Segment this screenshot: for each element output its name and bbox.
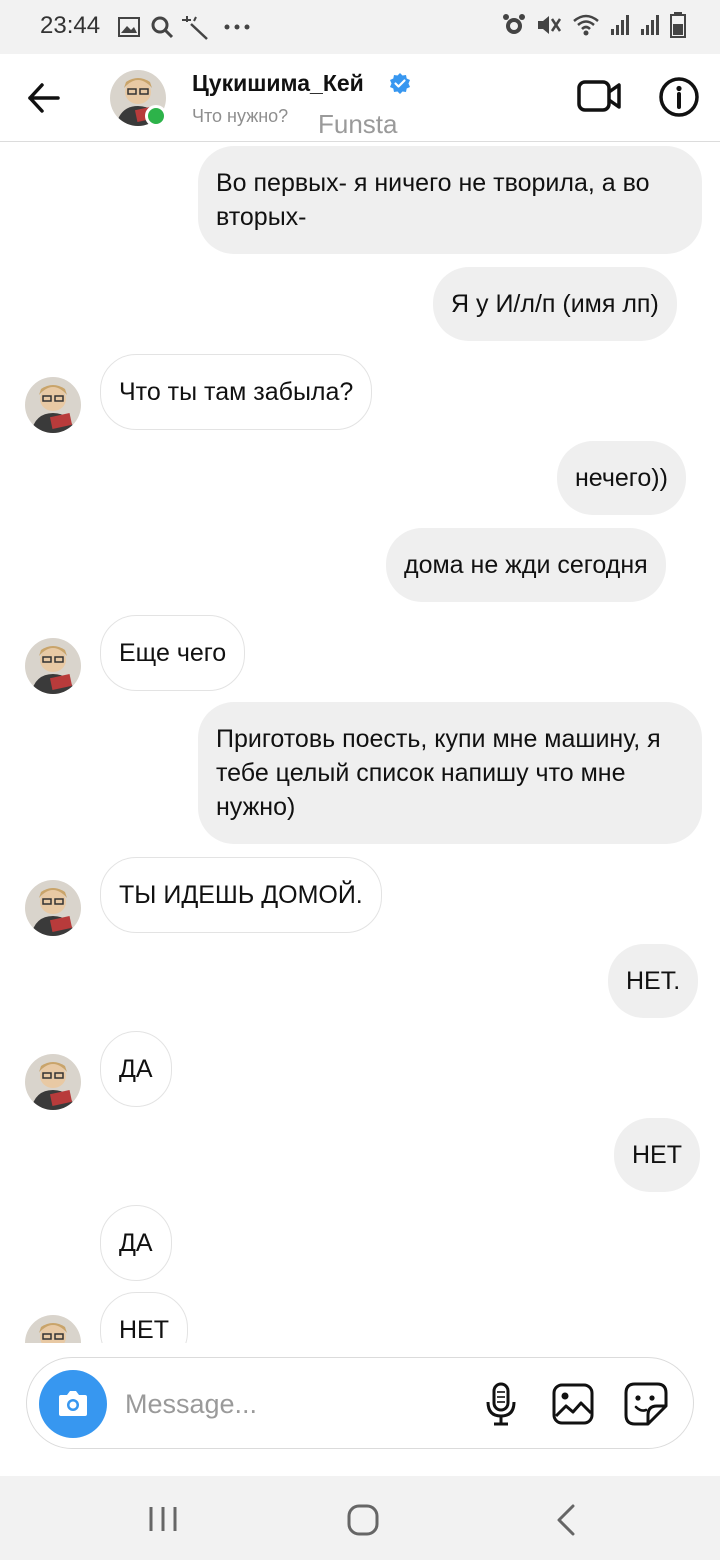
message-thread[interactable]: Во первых- я ничего не творила, а во вто…	[0, 143, 720, 1343]
microphone-icon[interactable]	[483, 1382, 519, 1426]
battery-icon	[670, 12, 686, 38]
nav-back-icon[interactable]	[552, 1503, 578, 1537]
status-time: 23:44	[40, 12, 101, 39]
message-bubble-incoming[interactable]: Еще чего	[100, 615, 246, 691]
back-arrow-icon[interactable]	[24, 78, 64, 118]
avatar[interactable]	[25, 377, 81, 433]
image-icon	[118, 17, 140, 37]
signal-icon	[641, 15, 659, 35]
message-input[interactable]	[125, 1382, 455, 1426]
search-icon	[151, 16, 174, 39]
avatar[interactable]	[25, 1315, 81, 1343]
video-call-icon[interactable]	[576, 76, 622, 116]
message-composer	[26, 1357, 694, 1449]
message-bubble-outgoing[interactable]: Приготовь поесть, купи мне машину, я теб…	[198, 702, 702, 844]
message-bubble-outgoing[interactable]: нечего))	[557, 441, 686, 515]
camera-button[interactable]	[39, 1370, 107, 1438]
system-nav-bar	[0, 1476, 720, 1560]
mute-icon	[538, 16, 562, 34]
avatar[interactable]	[25, 638, 81, 694]
avatar[interactable]	[25, 880, 81, 936]
alarm-icon	[503, 14, 525, 34]
message-bubble-outgoing[interactable]: Я у И/л/п (имя лп)	[433, 267, 677, 341]
avatar[interactable]	[25, 1054, 81, 1110]
signal-icon	[611, 15, 629, 35]
info-icon[interactable]	[658, 76, 700, 118]
message-bubble-incoming[interactable]: ДА	[100, 1031, 172, 1107]
message-bubble-incoming[interactable]: Что ты там забыла?	[100, 354, 373, 430]
message-bubble-incoming[interactable]: ДА	[100, 1205, 172, 1281]
camera-icon	[59, 1391, 87, 1416]
online-indicator	[145, 105, 167, 127]
status-icons	[502, 12, 686, 38]
more-dots-icon	[224, 24, 250, 30]
chat-header: Цукишима_Кей Что нужно? Funsta	[0, 54, 720, 142]
wifi-icon	[573, 14, 599, 36]
message-bubble-outgoing[interactable]: дома не жди сегодня	[386, 528, 666, 602]
message-bubble-outgoing[interactable]: НЕТ.	[608, 944, 699, 1018]
magic-wand-icon	[182, 16, 208, 40]
chat-status-text: Что нужно?	[192, 106, 289, 126]
message-bubble-incoming[interactable]: ТЫ ИДЕШЬ ДОМОЙ.	[100, 857, 382, 933]
sticker-icon[interactable]	[623, 1381, 669, 1427]
recent-apps-icon[interactable]	[146, 1504, 180, 1534]
gallery-icon[interactable]	[551, 1382, 595, 1426]
message-bubble-outgoing[interactable]: НЕТ	[614, 1118, 700, 1192]
home-icon[interactable]	[346, 1503, 380, 1537]
message-bubble-incoming[interactable]: НЕТ	[100, 1292, 188, 1343]
verified-badge-icon	[390, 73, 410, 94]
message-bubble-outgoing[interactable]: Во первых- я ничего не творила, а во вто…	[198, 146, 702, 254]
chat-username[interactable]: Цукишима_Кей	[192, 70, 364, 97]
status-bar: 23:44	[0, 0, 720, 54]
funsta-label: Funsta	[318, 109, 398, 139]
